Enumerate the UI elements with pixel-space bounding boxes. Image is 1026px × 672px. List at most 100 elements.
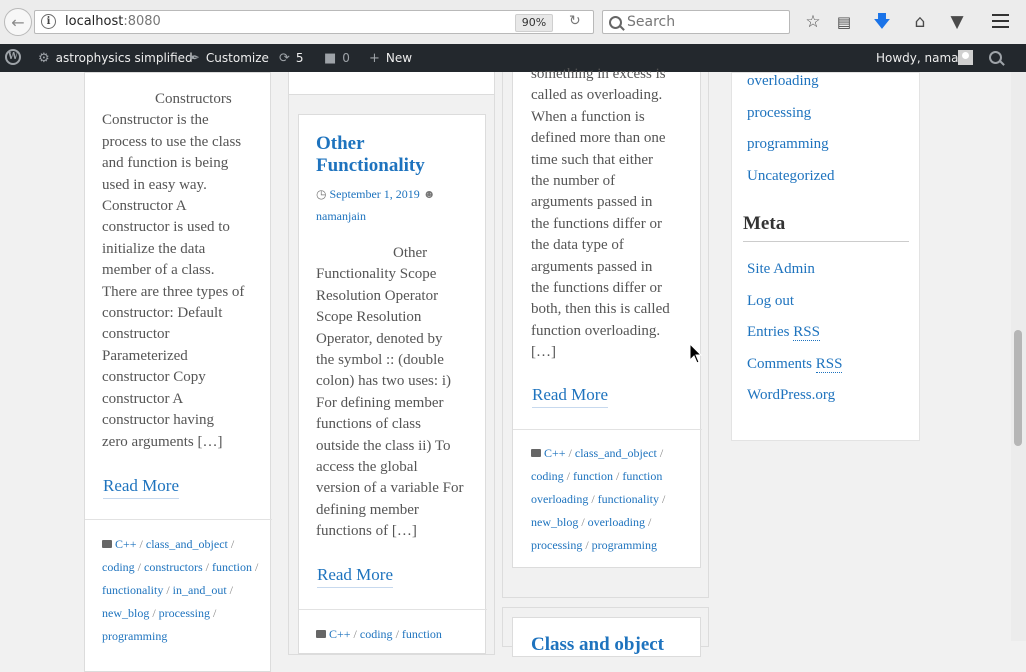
excerpt-line: both, then this is called (531, 301, 670, 318)
dashboard-icon: ⚙ (38, 51, 50, 66)
tag-separator: / (163, 583, 173, 597)
entries-rss-link[interactable]: Entries RSS (747, 324, 820, 341)
excerpt-line: arguments passed in (531, 258, 653, 275)
excerpt-line: function overloading. (531, 322, 661, 339)
read-more-link[interactable]: Read More (317, 565, 394, 588)
avatar[interactable] (958, 50, 973, 65)
excerpt-line: the functions differ or (531, 215, 662, 232)
tag-link[interactable]: C++ (544, 446, 566, 460)
tag-link[interactable]: constructors (144, 560, 203, 574)
post-card-previous-bottom (288, 72, 495, 95)
search-input[interactable]: Search (602, 10, 790, 34)
wordpress-logo-icon[interactable]: W (5, 49, 21, 65)
tag-link[interactable]: C++ (115, 537, 137, 551)
excerpt-line: For defining member (316, 394, 444, 411)
post-meta: ◷ September 1, 2019 ☻ namanjain (316, 183, 481, 227)
excerpt-line: constructor Copy (102, 369, 206, 386)
wordpress-org-link[interactable]: WordPress.org (747, 387, 835, 404)
excerpt-line: When a function is (531, 108, 645, 125)
admin-search-icon[interactable] (989, 51, 1002, 64)
comments-rss-link[interactable]: Comments RSS (747, 356, 843, 373)
brush-icon: ✒ (189, 51, 200, 66)
post-author-link[interactable]: namanjain (316, 209, 366, 223)
excerpt-line: Parameterized (102, 347, 188, 364)
excerpt-line: Other (393, 245, 428, 261)
excerpt-line: constructor having (102, 412, 215, 429)
category-link-programming[interactable]: programming (747, 136, 829, 153)
post-title[interactable]: Class and object (531, 634, 701, 656)
tag-separator: / (252, 560, 259, 574)
tag-link[interactable]: new_blog (102, 606, 149, 620)
tag-link[interactable]: processing (159, 606, 210, 620)
category-link-uncategorized[interactable]: Uncategorized (747, 168, 834, 185)
tag-link[interactable]: function (573, 469, 613, 483)
excerpt-line: Functionality Scope (316, 266, 437, 283)
info-icon[interactable]: i (41, 14, 56, 29)
tag-separator: / (136, 537, 146, 551)
tag-link[interactable]: in_and_out (173, 583, 227, 597)
reading-list-icon[interactable]: ▤ (833, 11, 855, 33)
tag-link[interactable]: coding (102, 560, 135, 574)
excerpt-line: version of a variable For (316, 480, 464, 497)
excerpt-line: functions of class (316, 416, 421, 433)
back-button[interactable]: ← (4, 8, 32, 36)
tag-separator: / (578, 515, 588, 529)
user-icon: ☻ (422, 187, 436, 201)
excerpt-line: […] (531, 344, 556, 361)
tag-link[interactable]: function (402, 627, 442, 641)
download-icon[interactable]: 🡇 (871, 11, 893, 33)
site-name-link[interactable]: ⚙ astrophysics simplified (38, 51, 193, 66)
tag-link[interactable]: functionality (102, 583, 163, 597)
tag-link[interactable]: functionality (598, 492, 659, 506)
post-card-function-overloading: something in excess is called as overload… (512, 66, 702, 568)
updates-icon: ⟳ (279, 51, 290, 66)
tag-link[interactable]: class_and_object (575, 446, 657, 460)
tag-link[interactable]: overloading (588, 515, 645, 529)
tag-separator: / (202, 560, 213, 574)
read-more-link[interactable]: Read More (103, 476, 180, 499)
post-date-link[interactable]: September 1, 2019 (329, 187, 419, 201)
customize-link[interactable]: ✒ Customize (189, 51, 269, 66)
excerpt-line: called as overloading. (531, 87, 663, 104)
updates-link[interactable]: ⟳ 5 (279, 51, 304, 66)
tag-link[interactable]: class_and_object (146, 537, 228, 551)
log-out-link[interactable]: Log out (747, 293, 794, 310)
home-icon[interactable]: ⌂ (909, 11, 931, 33)
reload-icon[interactable]: ↻ (569, 13, 581, 29)
tag-link[interactable]: function (212, 560, 252, 574)
comments-link[interactable]: ■ 0 (324, 51, 350, 66)
post-tags: C++ / coding / function (316, 623, 481, 646)
tag-link[interactable]: processing (531, 538, 582, 552)
tag-separator: / (613, 469, 623, 483)
new-content-link[interactable]: + New (369, 51, 412, 66)
pocket-icon[interactable]: ▼ (946, 11, 968, 33)
post-tags: C++ / class_and_object / coding / constr… (102, 533, 267, 648)
tag-separator: / (134, 560, 145, 574)
excerpt-line: Constructor A (102, 198, 187, 215)
zoom-indicator[interactable]: 90% (515, 14, 553, 32)
hamburger-menu-icon[interactable] (992, 14, 1009, 28)
wp-admin-bar: W ⚙ astrophysics simplified ✒ Customize ⟳ 5… (0, 44, 1026, 72)
tag-link[interactable]: coding (531, 469, 564, 483)
scrollbar-thumb[interactable] (1014, 330, 1022, 446)
tag-link[interactable]: new_blog (531, 515, 578, 529)
tag-separator: / (227, 537, 235, 551)
meta-heading: Meta (743, 213, 786, 234)
howdy-text[interactable]: Howdy, naman (876, 51, 966, 65)
tag-link[interactable]: C++ (329, 627, 351, 641)
tag-link[interactable]: programming (592, 538, 657, 552)
site-admin-link[interactable]: Site Admin (747, 261, 815, 278)
post-card-constructors: Constructors Constructor is the process to… (84, 72, 272, 672)
read-more-link[interactable]: Read More (532, 385, 609, 408)
tag-link[interactable]: coding (360, 627, 393, 641)
post-title[interactable]: Other Functionality (316, 133, 481, 177)
url-bar[interactable]: i localhost:8080 90% ↻ (34, 10, 594, 34)
category-link-processing[interactable]: processing (747, 105, 811, 122)
excerpt-line: defining member (316, 501, 419, 518)
tag-separator: / (350, 627, 360, 641)
bookmark-star-icon[interactable]: ☆ (802, 11, 824, 33)
excerpt-line: outside the class ii) To (316, 437, 451, 454)
category-link-overloading[interactable]: overloading (747, 73, 819, 90)
excerpt-line: and function is being (102, 155, 229, 172)
excerpt-line: something in excess is (531, 66, 666, 82)
